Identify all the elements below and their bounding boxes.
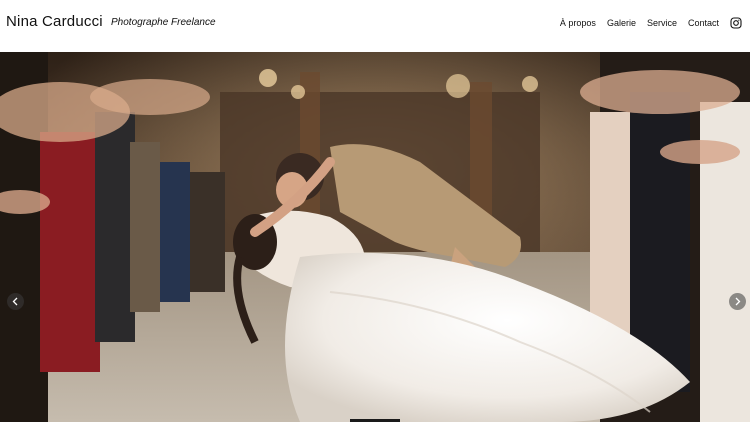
chevron-left-icon (12, 297, 18, 306)
carousel-next-button[interactable] (729, 293, 746, 310)
brand-tagline: Photographe Freelance (111, 17, 216, 28)
hero-carousel[interactable] (0, 52, 750, 422)
chevron-right-icon (735, 297, 741, 306)
instagram-icon[interactable] (730, 17, 742, 29)
nav-item-service[interactable]: Service (647, 18, 677, 28)
nav-item-apropos[interactable]: À propos (560, 18, 596, 28)
site-header: Nina Carducci Photographe Freelance À pr… (0, 0, 750, 52)
carousel-prev-button[interactable] (7, 293, 24, 310)
hero-photo (0, 52, 750, 422)
nav-item-contact[interactable]: Contact (688, 18, 719, 28)
nav-item-galerie[interactable]: Galerie (607, 18, 636, 28)
main-nav: À propos Galerie Service Contact (560, 17, 742, 29)
brand-name[interactable]: Nina Carducci (6, 13, 103, 30)
